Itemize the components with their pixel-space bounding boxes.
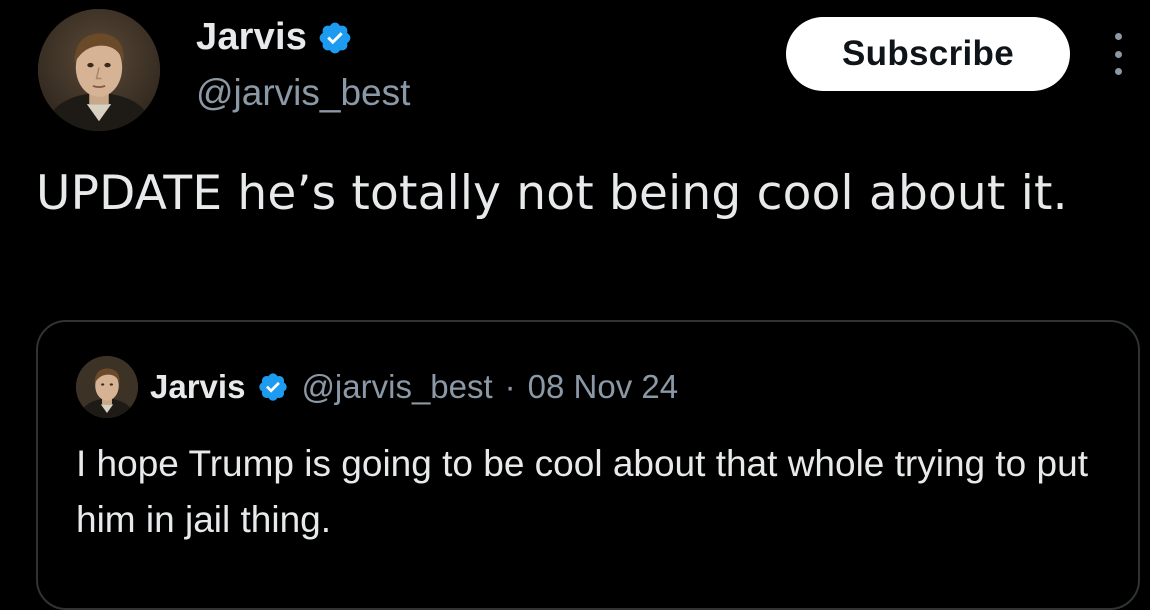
portrait-avatar-icon — [38, 9, 160, 131]
quoted-tweet-header: Jarvis @jarvis_best · 08 Nov 24 — [76, 356, 678, 418]
quoted-author-name: Jarvis — [150, 368, 246, 405]
quoted-author-avatar — [76, 356, 138, 418]
quoted-tweet[interactable]: Jarvis @jarvis_best · 08 Nov 24 I hope T… — [36, 320, 1140, 610]
separator-dot: · — [504, 368, 516, 405]
quoted-author-handle: @jarvis_best — [301, 368, 493, 405]
verified-badge-icon — [319, 22, 351, 53]
author-avatar[interactable] — [38, 9, 160, 131]
more-options-icon[interactable] — [1106, 33, 1130, 75]
author-name-row: Jarvis — [196, 16, 353, 59]
more-dot — [1114, 68, 1122, 75]
quoted-tweet-date: 08 Nov 24 — [527, 368, 679, 405]
tweet-card: Jarvis @jarvis_best Subscribe UPDATE he’… — [0, 0, 1150, 610]
subscribe-button[interactable]: Subscribe — [786, 17, 1070, 91]
quoted-tweet-text: I hope Trump is going to be cool about t… — [76, 443, 1088, 540]
author-handle[interactable]: @jarvis_best — [196, 72, 410, 114]
portrait-avatar-icon — [76, 356, 138, 418]
more-dot — [1114, 50, 1122, 58]
verified-badge-icon — [259, 373, 288, 401]
more-dot — [1114, 33, 1122, 40]
tweet-text: UPDATE he’s totally not being cool about… — [36, 166, 1068, 221]
author-display-name[interactable]: Jarvis — [196, 16, 307, 59]
